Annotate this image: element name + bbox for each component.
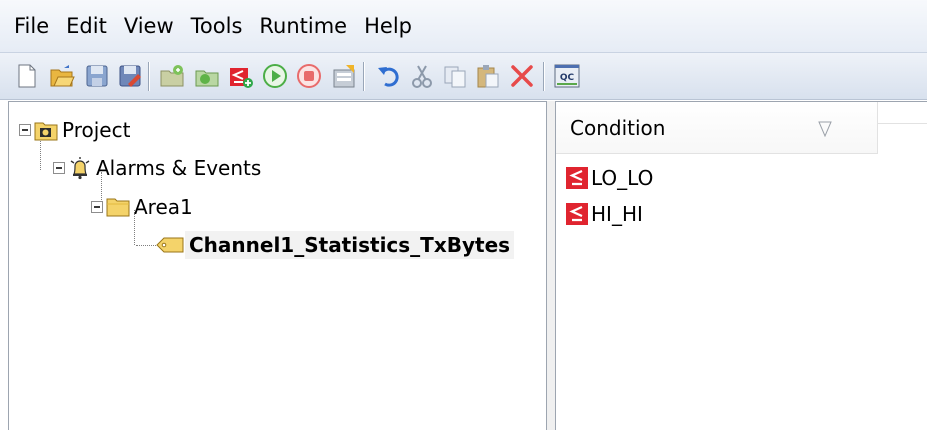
condition-row[interactable]: HI_HI [566,199,643,229]
menu-bar: File Edit View Tools Runtime Help [0,0,927,52]
tree-label-alarms-events: Alarms & Events [96,156,262,180]
collapse-icon[interactable] [53,162,65,174]
project-tree: Project Alarms & Events Area1 Channel1_S… [8,101,547,430]
new-condition-icon[interactable] [227,62,255,90]
column-header-filler [878,102,927,124]
menu-file[interactable]: File [14,14,49,38]
quick-client-icon[interactable]: QC [553,62,581,90]
save-as-icon[interactable] [116,62,144,90]
tree-label-project: Project [62,118,131,142]
collapse-icon[interactable] [19,124,31,136]
tree-label-area1: Area1 [134,195,193,219]
condition-label: LO_LO [591,166,654,190]
menu-runtime[interactable]: Runtime [259,14,347,38]
tree-item-area1[interactable]: Area1 [91,191,197,223]
paste-icon[interactable] [474,62,502,90]
tree-item-channel[interactable]: Channel1_Statistics_TxBytes [155,229,515,261]
properties-icon[interactable] [330,62,358,90]
toolbar-separator [363,62,365,91]
condition-icon [566,203,588,225]
tree-item-project[interactable]: Project [19,114,134,146]
tag-icon [156,237,184,253]
copy-icon[interactable] [441,62,469,90]
quick-client-label: QC [560,73,575,83]
condition-column-title: Condition [570,116,666,140]
toolbar-separator [148,62,150,91]
new-icon[interactable] [13,62,41,90]
cut-icon[interactable] [408,62,436,90]
pane-splitter[interactable] [547,101,555,430]
tree-label-channel: Channel1_Statistics_TxBytes [185,231,515,259]
alarm-bell-icon [70,157,90,180]
stop-runtime-icon[interactable] [295,62,323,90]
menu-help[interactable]: Help [364,14,412,38]
toolbar-separator [543,62,545,91]
project-folder-icon [34,122,58,141]
collapse-icon[interactable] [91,201,103,213]
new-area-icon[interactable] [193,62,221,90]
toolbar: QC [0,52,927,100]
save-icon[interactable] [83,62,111,90]
menu-edit[interactable]: Edit [66,14,107,38]
new-folder-icon[interactable] [158,62,186,90]
condition-list: Condition LO_LO HI_HI [555,101,927,430]
menu-tools[interactable]: Tools [191,14,243,38]
condition-icon [566,167,588,189]
folder-icon [106,198,130,217]
tree-item-alarms-events[interactable]: Alarms & Events [53,152,265,184]
start-runtime-icon[interactable] [261,62,289,90]
menu-view[interactable]: View [124,14,174,38]
open-icon[interactable] [48,62,76,90]
filter-icon[interactable] [818,121,832,137]
condition-row[interactable]: LO_LO [566,163,653,193]
delete-icon[interactable] [508,62,536,90]
condition-column-header[interactable]: Condition [556,102,878,154]
undo-icon[interactable] [375,62,403,90]
condition-label: HI_HI [591,202,643,226]
